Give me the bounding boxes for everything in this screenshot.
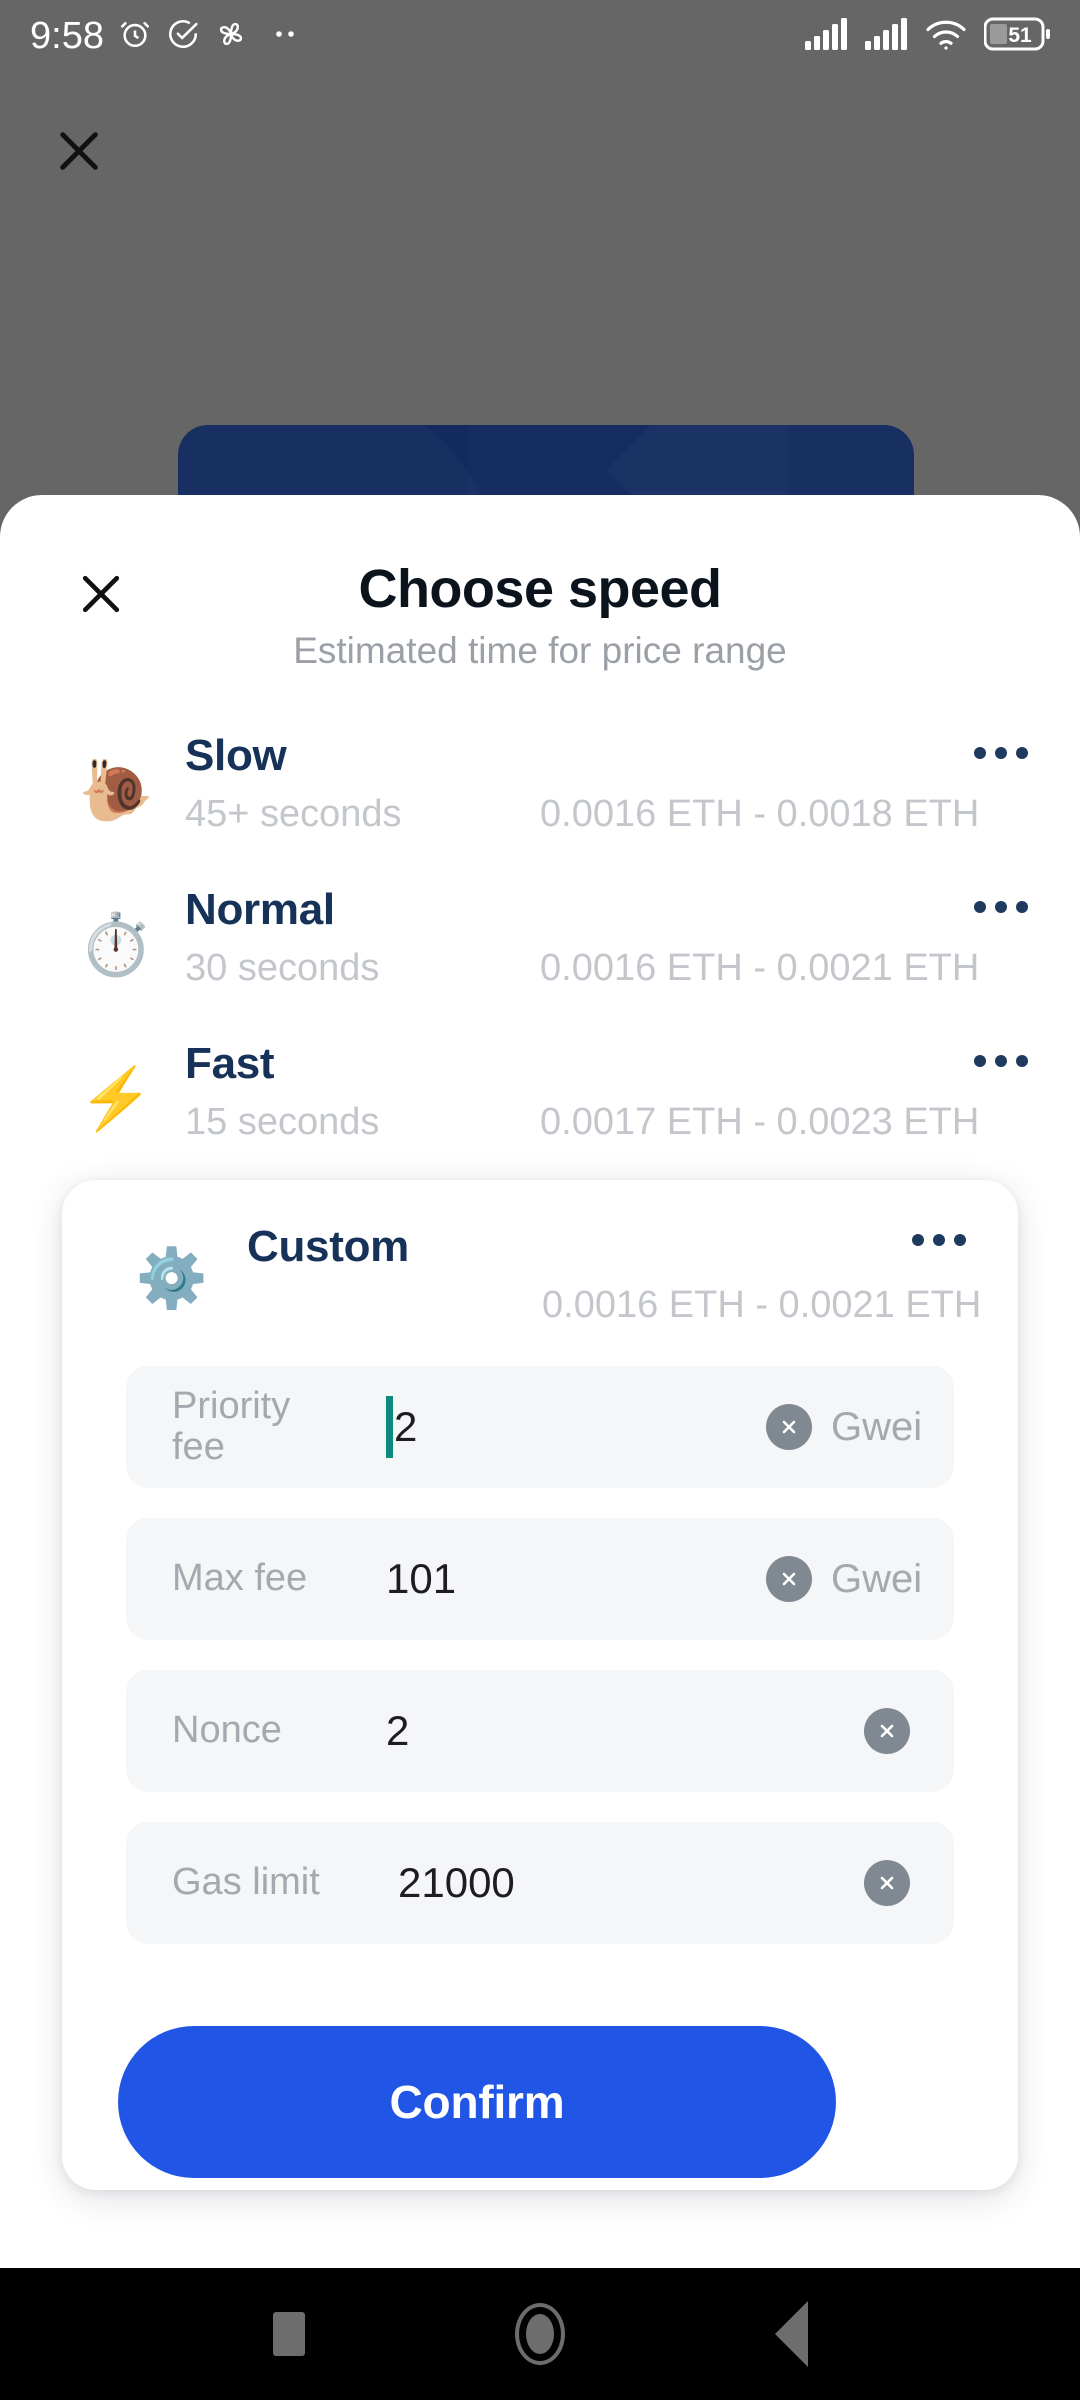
nonce-field[interactable]: Nonce 2 bbox=[126, 1670, 954, 1792]
svg-text:51: 51 bbox=[1008, 24, 1032, 47]
stopwatch-icon: ⏱️ bbox=[78, 911, 154, 978]
wifi-icon bbox=[924, 17, 968, 56]
speed-option-normal[interactable]: ⏱️ Normal 30 seconds 0.0016 ETH - 0.0021… bbox=[0, 879, 1080, 1009]
speed-option-time: 30 seconds bbox=[185, 947, 380, 989]
more-dots-icon bbox=[272, 27, 302, 45]
custom-price-range: 0.0016 ETH - 0.0021 ETH bbox=[542, 1284, 982, 1326]
speed-option-name: Normal bbox=[185, 885, 335, 934]
lightning-bolt-icon: ⚡ bbox=[78, 1065, 154, 1132]
more-horizontal-icon[interactable] bbox=[974, 901, 1028, 913]
signal-bars-2-icon bbox=[864, 17, 908, 55]
background-close-button[interactable] bbox=[48, 122, 110, 184]
max-fee-field[interactable]: Max fee 101 Gwei bbox=[126, 1518, 954, 1640]
priority-fee-field[interactable]: Priority fee 2 Gwei bbox=[126, 1366, 954, 1488]
signal-bars-1-icon bbox=[804, 17, 848, 55]
sheet-subtitle: Estimated time for price range bbox=[293, 630, 787, 671]
speed-option-name: Slow bbox=[185, 731, 287, 780]
gear-icon: ⚙️ bbox=[135, 1246, 209, 1311]
speed-option-time: 15 seconds bbox=[185, 1101, 380, 1143]
more-horizontal-icon[interactable] bbox=[974, 1055, 1028, 1067]
clear-circle-icon bbox=[880, 1876, 894, 1890]
status-bar-clock: 9:58 bbox=[30, 14, 104, 57]
nonce-value: 2 bbox=[386, 1707, 410, 1754]
speed-option-slow[interactable]: 🐌 Slow 45+ seconds 0.0016 ETH - 0.0018 E… bbox=[0, 725, 1080, 855]
status-bar-right: 51 bbox=[804, 17, 1050, 56]
max-fee-clear-button[interactable] bbox=[766, 1556, 812, 1602]
speed-option-fast[interactable]: ⚡ Fast 15 seconds 0.0017 ETH - 0.0023 ET… bbox=[0, 1033, 1080, 1163]
status-bar-left: 9:58 bbox=[30, 15, 302, 58]
more-horizontal-icon[interactable] bbox=[912, 1234, 966, 1246]
alarm-icon bbox=[118, 17, 152, 56]
speed-option-name: Fast bbox=[185, 1039, 275, 1088]
clear-circle-icon bbox=[782, 1420, 796, 1434]
android-nav-bar bbox=[0, 2268, 1080, 2400]
phone-screen: 9:58 51 Choose speed Estimated time for … bbox=[0, 0, 1080, 2400]
speed-option-time: 45+ seconds bbox=[185, 793, 402, 835]
battery-icon: 51 bbox=[983, 17, 1050, 56]
max-fee-label: Max fee bbox=[172, 1557, 308, 1600]
priority-fee-value: 2 bbox=[394, 1403, 418, 1450]
gas-limit-value: 21000 bbox=[398, 1859, 515, 1906]
nonce-label: Nonce bbox=[172, 1709, 282, 1752]
max-fee-value: 101 bbox=[386, 1555, 457, 1602]
close-icon bbox=[51, 123, 107, 184]
custom-label: Custom bbox=[247, 1222, 409, 1271]
nonce-clear-button[interactable] bbox=[864, 1708, 910, 1754]
status-bar: 9:58 51 bbox=[0, 0, 1080, 72]
priority-fee-unit: Gwei bbox=[831, 1404, 923, 1449]
square-recents-icon[interactable] bbox=[272, 2312, 305, 2356]
priority-fee-label: Priority fee bbox=[172, 1366, 290, 1488]
priority-fee-label-line2: fee bbox=[172, 1426, 225, 1468]
more-horizontal-icon[interactable] bbox=[974, 747, 1028, 759]
priority-fee-label-line1: Priority bbox=[172, 1384, 291, 1427]
snail-icon: 🐌 bbox=[78, 757, 154, 824]
sheet-title: Choose speed bbox=[358, 559, 722, 619]
priority-fee-value-wrap[interactable]: 2 bbox=[386, 1366, 417, 1488]
speed-option-price: 0.0016 ETH - 0.0018 ETH bbox=[540, 793, 980, 835]
clear-circle-icon bbox=[782, 1572, 796, 1586]
priority-fee-clear-button[interactable] bbox=[766, 1404, 812, 1450]
text-cursor bbox=[386, 1396, 393, 1458]
gas-limit-clear-button[interactable] bbox=[864, 1860, 910, 1906]
gas-limit-field[interactable]: Gas limit 21000 bbox=[126, 1822, 954, 1944]
max-fee-unit: Gwei bbox=[831, 1556, 923, 1601]
clear-circle-icon bbox=[880, 1724, 894, 1738]
pinwheel-icon bbox=[214, 17, 248, 56]
speed-option-price: 0.0017 ETH - 0.0023 ETH bbox=[540, 1101, 980, 1143]
triangle-back-icon[interactable] bbox=[774, 2301, 808, 2367]
speed-option-price: 0.0016 ETH - 0.0021 ETH bbox=[540, 947, 980, 989]
circle-home-icon[interactable] bbox=[514, 2303, 565, 2365]
confirm-button[interactable]: Confirm bbox=[118, 2026, 836, 2178]
check-circle-icon bbox=[166, 17, 200, 56]
gas-limit-label: Gas limit bbox=[172, 1861, 320, 1904]
